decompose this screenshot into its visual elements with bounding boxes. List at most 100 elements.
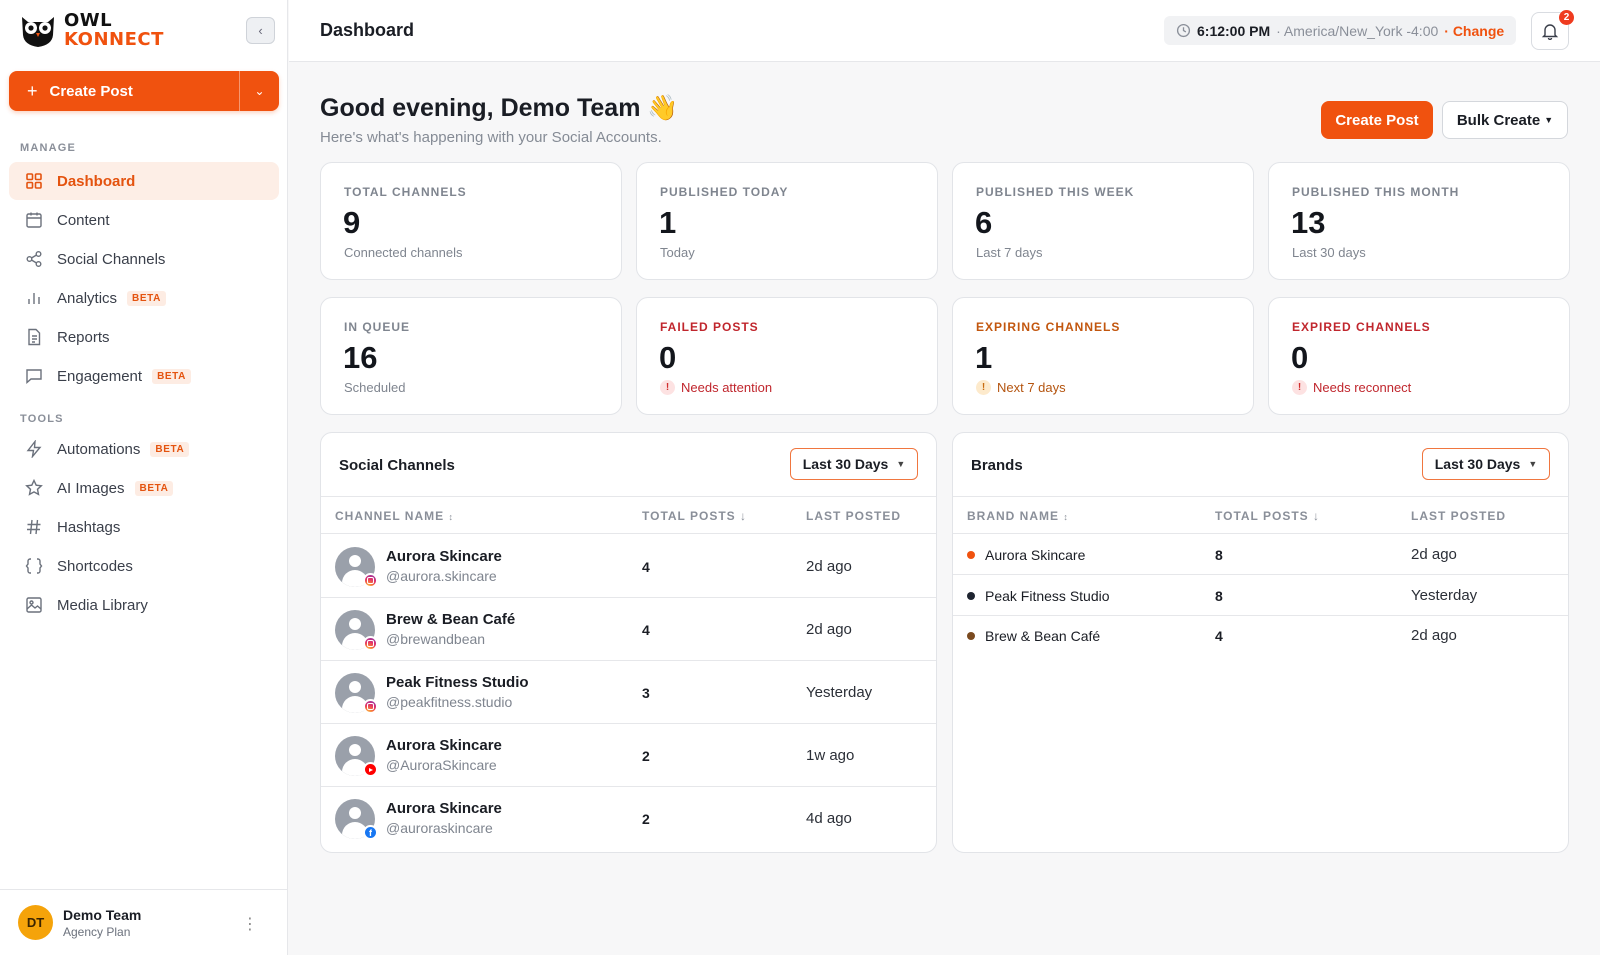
current-time: 6:12:00 PM xyxy=(1197,22,1271,39)
sort-icon: ↕ xyxy=(448,512,454,522)
table-row[interactable]: Aurora Skincare @AuroraSkincare 2 1w ago xyxy=(321,724,936,787)
sidebar-item-label: Media Library xyxy=(57,596,148,614)
stat-value: 13 xyxy=(1291,205,1326,240)
last-posted: 1w ago xyxy=(806,747,855,764)
sort-down-icon: ↓ xyxy=(740,509,748,523)
sidebar-item-label: Social Channels xyxy=(57,250,166,268)
sidebar-item-hashtags[interactable]: Hashtags xyxy=(9,508,279,546)
table-row[interactable]: f Aurora Skincare @auroraskincare 2 4d a… xyxy=(321,787,936,850)
stat-value: 1 xyxy=(975,340,993,375)
sidebar-item-label: AI Images xyxy=(57,479,125,497)
date-range-label: Last 30 Days xyxy=(802,456,889,472)
brands-panel: Brands Last 30 Days ▼ BRAND NAME ↕ TOTAL… xyxy=(952,432,1569,853)
table-row[interactable]: Peak Fitness Studio 8 Yesterday xyxy=(953,576,1568,616)
total-posts: 4 xyxy=(642,559,650,575)
stat-sub: ! Needs attention xyxy=(660,380,772,395)
create-post-dropdown-button[interactable]: ⌄ xyxy=(239,71,279,111)
total-posts: 4 xyxy=(642,622,650,638)
stat-sub: Today xyxy=(660,245,695,260)
column-header-last-posted[interactable]: LAST POSTED xyxy=(806,509,901,523)
sidebar-create-post-button[interactable]: + Create Post xyxy=(9,71,239,111)
notifications-button[interactable]: 2 xyxy=(1531,10,1574,50)
sidebar-create-post-label: Create Post xyxy=(49,82,133,100)
column-header-channel-name[interactable]: CHANNEL NAME ↕ xyxy=(335,509,454,523)
stat-card-expiring-channels: EXPIRING CHANNELS 1 ! Next 7 days xyxy=(952,297,1254,415)
social-channels-panel: Social Channels Last 30 Days ▼ CHANNEL N… xyxy=(320,432,937,853)
sidebar-item-analytics[interactable]: Analytics BETA xyxy=(9,279,279,317)
change-timezone-link[interactable]: · Change xyxy=(1444,23,1504,39)
column-header-total-posts[interactable]: TOTAL POSTS ↓ xyxy=(642,509,747,523)
brand-color-dot xyxy=(967,592,975,600)
sidebar-item-ai-images[interactable]: AI Images BETA xyxy=(9,469,279,507)
column-header-last-posted[interactable]: LAST POSTED xyxy=(1411,509,1506,523)
owl-logo-icon xyxy=(22,17,54,47)
total-posts: 8 xyxy=(1215,547,1223,563)
beta-badge: BETA xyxy=(152,368,191,384)
instagram-icon xyxy=(363,636,378,651)
youtube-icon xyxy=(363,762,378,777)
bulk-create-button[interactable]: Bulk Create ▼ xyxy=(1442,101,1568,139)
stat-label: PUBLISHED THIS WEEK xyxy=(976,185,1135,199)
stat-card-total-channels: TOTAL CHANNELS 9 Connected channels xyxy=(320,162,622,280)
stat-sub-text: Needs attention xyxy=(681,380,773,395)
caret-down-icon: ▼ xyxy=(896,459,906,469)
brand-color-dot xyxy=(967,632,975,640)
more-vertical-icon[interactable]: ⋮ xyxy=(242,914,258,934)
stat-value: 0 xyxy=(659,340,677,375)
sidebar-item-label: Shortcodes xyxy=(57,557,133,575)
table-row[interactable]: Brew & Bean Café 4 2d ago xyxy=(953,616,1568,656)
sidebar-item-social-channels[interactable]: Social Channels xyxy=(9,240,279,278)
table-row[interactable]: Aurora Skincare @aurora.skincare 4 2d ag… xyxy=(321,535,936,598)
sidebar-item-media-library[interactable]: Media Library xyxy=(9,586,279,624)
column-label: TOTAL POSTS xyxy=(1215,509,1309,523)
channel-name: Peak Fitness Studio xyxy=(386,674,529,691)
table-row[interactable]: Aurora Skincare 8 2d ago xyxy=(953,535,1568,575)
table-header: BRAND NAME ↕ TOTAL POSTS ↓ LAST POSTED xyxy=(953,496,1568,534)
alert-icon: ! xyxy=(660,380,675,395)
channel-name: Aurora Skincare xyxy=(386,800,502,817)
total-posts: 4 xyxy=(1215,628,1223,644)
timezone-label: · America/New_York -4:00 xyxy=(1276,22,1439,39)
table-row[interactable]: Peak Fitness Studio @peakfitness.studio … xyxy=(321,661,936,724)
stat-card-in-queue: IN QUEUE 16 Scheduled xyxy=(320,297,622,415)
alert-icon: ! xyxy=(976,380,991,395)
stat-value: 0 xyxy=(1291,340,1309,375)
panel-title: Brands xyxy=(971,457,1023,474)
sidebar-item-shortcodes[interactable]: Shortcodes xyxy=(9,547,279,585)
sidebar-item-engagement[interactable]: Engagement BETA xyxy=(9,357,279,395)
image-icon xyxy=(26,597,42,613)
date-range-dropdown[interactable]: Last 30 Days ▼ xyxy=(790,448,918,480)
stat-label: IN QUEUE xyxy=(344,320,411,334)
stat-card-published-this-week: PUBLISHED THIS WEEK 6 Last 7 days xyxy=(952,162,1254,280)
sidebar-item-automations[interactable]: Automations BETA xyxy=(9,430,279,468)
user-plan: Agency Plan xyxy=(63,924,131,939)
stat-sub: Connected channels xyxy=(344,245,463,260)
channel-handle: @aurora.skincare xyxy=(386,568,497,584)
table-row[interactable]: Brew & Bean Café @brewandbean 4 2d ago xyxy=(321,598,936,661)
date-range-dropdown[interactable]: Last 30 Days ▼ xyxy=(1422,448,1550,480)
last-posted: 4d ago xyxy=(806,810,852,827)
sidebar-item-reports[interactable]: Reports xyxy=(9,318,279,356)
bolt-icon xyxy=(26,440,42,458)
caret-down-icon: ▼ xyxy=(1544,115,1554,125)
stat-card-published-this-month: PUBLISHED THIS MONTH 13 Last 30 days xyxy=(1268,162,1570,280)
sidebar-item-content[interactable]: Content xyxy=(9,201,279,239)
column-header-total-posts[interactable]: TOTAL POSTS ↓ xyxy=(1215,509,1320,523)
user-menu[interactable]: DT Demo Team Agency Plan ⋮ xyxy=(0,889,288,955)
collapse-sidebar-button[interactable]: ‹ xyxy=(246,17,275,44)
sidebar-item-label: Analytics xyxy=(57,289,118,307)
braces-icon xyxy=(25,558,43,574)
last-posted: Yesterday xyxy=(1411,587,1478,604)
create-post-button[interactable]: Create Post xyxy=(1321,101,1433,139)
channel-handle: @peakfitness.studio xyxy=(386,694,513,710)
stat-card-failed-posts: FAILED POSTS 0 ! Needs attention xyxy=(636,297,938,415)
sidebar-item-label: Content xyxy=(57,211,110,229)
bulk-create-label: Bulk Create xyxy=(1456,111,1541,129)
brand-name: Peak Fitness Studio xyxy=(985,588,1110,604)
table-header: CHANNEL NAME ↕ TOTAL POSTS ↓ LAST POSTED xyxy=(321,496,936,534)
sidebar-item-dashboard[interactable]: Dashboard xyxy=(9,162,279,200)
channel-handle: @auroraskincare xyxy=(386,820,493,836)
stat-label: PUBLISHED TODAY xyxy=(660,185,789,199)
logo[interactable]: OWL KONNECT xyxy=(18,11,164,49)
column-header-brand-name[interactable]: BRAND NAME ↕ xyxy=(967,509,1069,523)
